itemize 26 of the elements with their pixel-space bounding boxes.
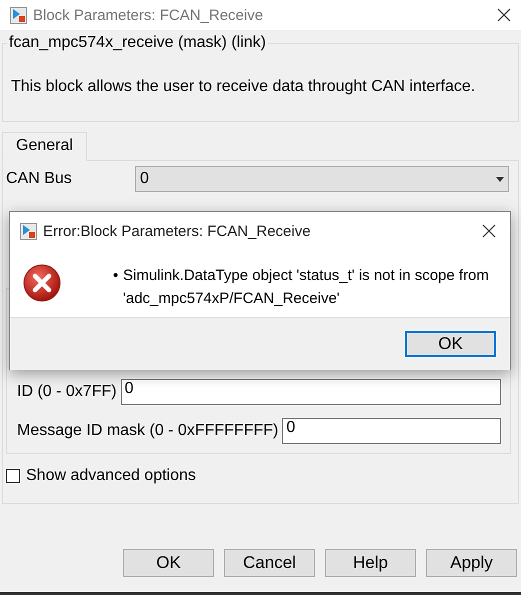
bullet: • xyxy=(113,266,120,286)
parameter-label: Message ID mask (0 - 0xFFFFFFFF) xyxy=(17,422,278,440)
dropdown[interactable]: 0 xyxy=(135,166,509,192)
checkbox-label: Show advanced options xyxy=(26,467,196,485)
close-icon[interactable] xyxy=(497,8,511,22)
button[interactable]: OK xyxy=(123,549,214,577)
app-icon xyxy=(20,222,37,240)
caret-icon xyxy=(496,176,504,182)
app-icon xyxy=(10,6,27,24)
button[interactable]: Apply xyxy=(426,549,517,577)
button[interactable]: Cancel xyxy=(224,549,315,577)
input-field[interactable]: 0 xyxy=(120,379,501,405)
checkbox[interactable] xyxy=(6,469,20,483)
close-icon[interactable] xyxy=(482,224,496,238)
window-title: Block Parameters: FCAN_Receive xyxy=(33,6,264,24)
button[interactable]: Help xyxy=(325,549,416,577)
ok-button[interactable]: OK xyxy=(405,331,496,357)
group-title: fcan_mpc574x_receive (mask) (link) xyxy=(8,34,267,52)
error-message: Simulink.DataType object 'status_t' is not in scope from 'adc_mpc574xP/FCAN_Receive' xyxy=(123,266,490,309)
parameter-label: ID (0 - 0x7FF) xyxy=(17,383,117,401)
error-icon xyxy=(23,264,61,302)
parameter-label: CAN Bus xyxy=(6,170,72,188)
tab[interactable]: General xyxy=(2,132,87,161)
description-text: This block allows the user to receive data throught CAN interface. xyxy=(11,78,476,96)
dialog-title: Error:Block Parameters: FCAN_Receive xyxy=(43,222,312,240)
input-field[interactable]: 0 xyxy=(282,418,501,444)
